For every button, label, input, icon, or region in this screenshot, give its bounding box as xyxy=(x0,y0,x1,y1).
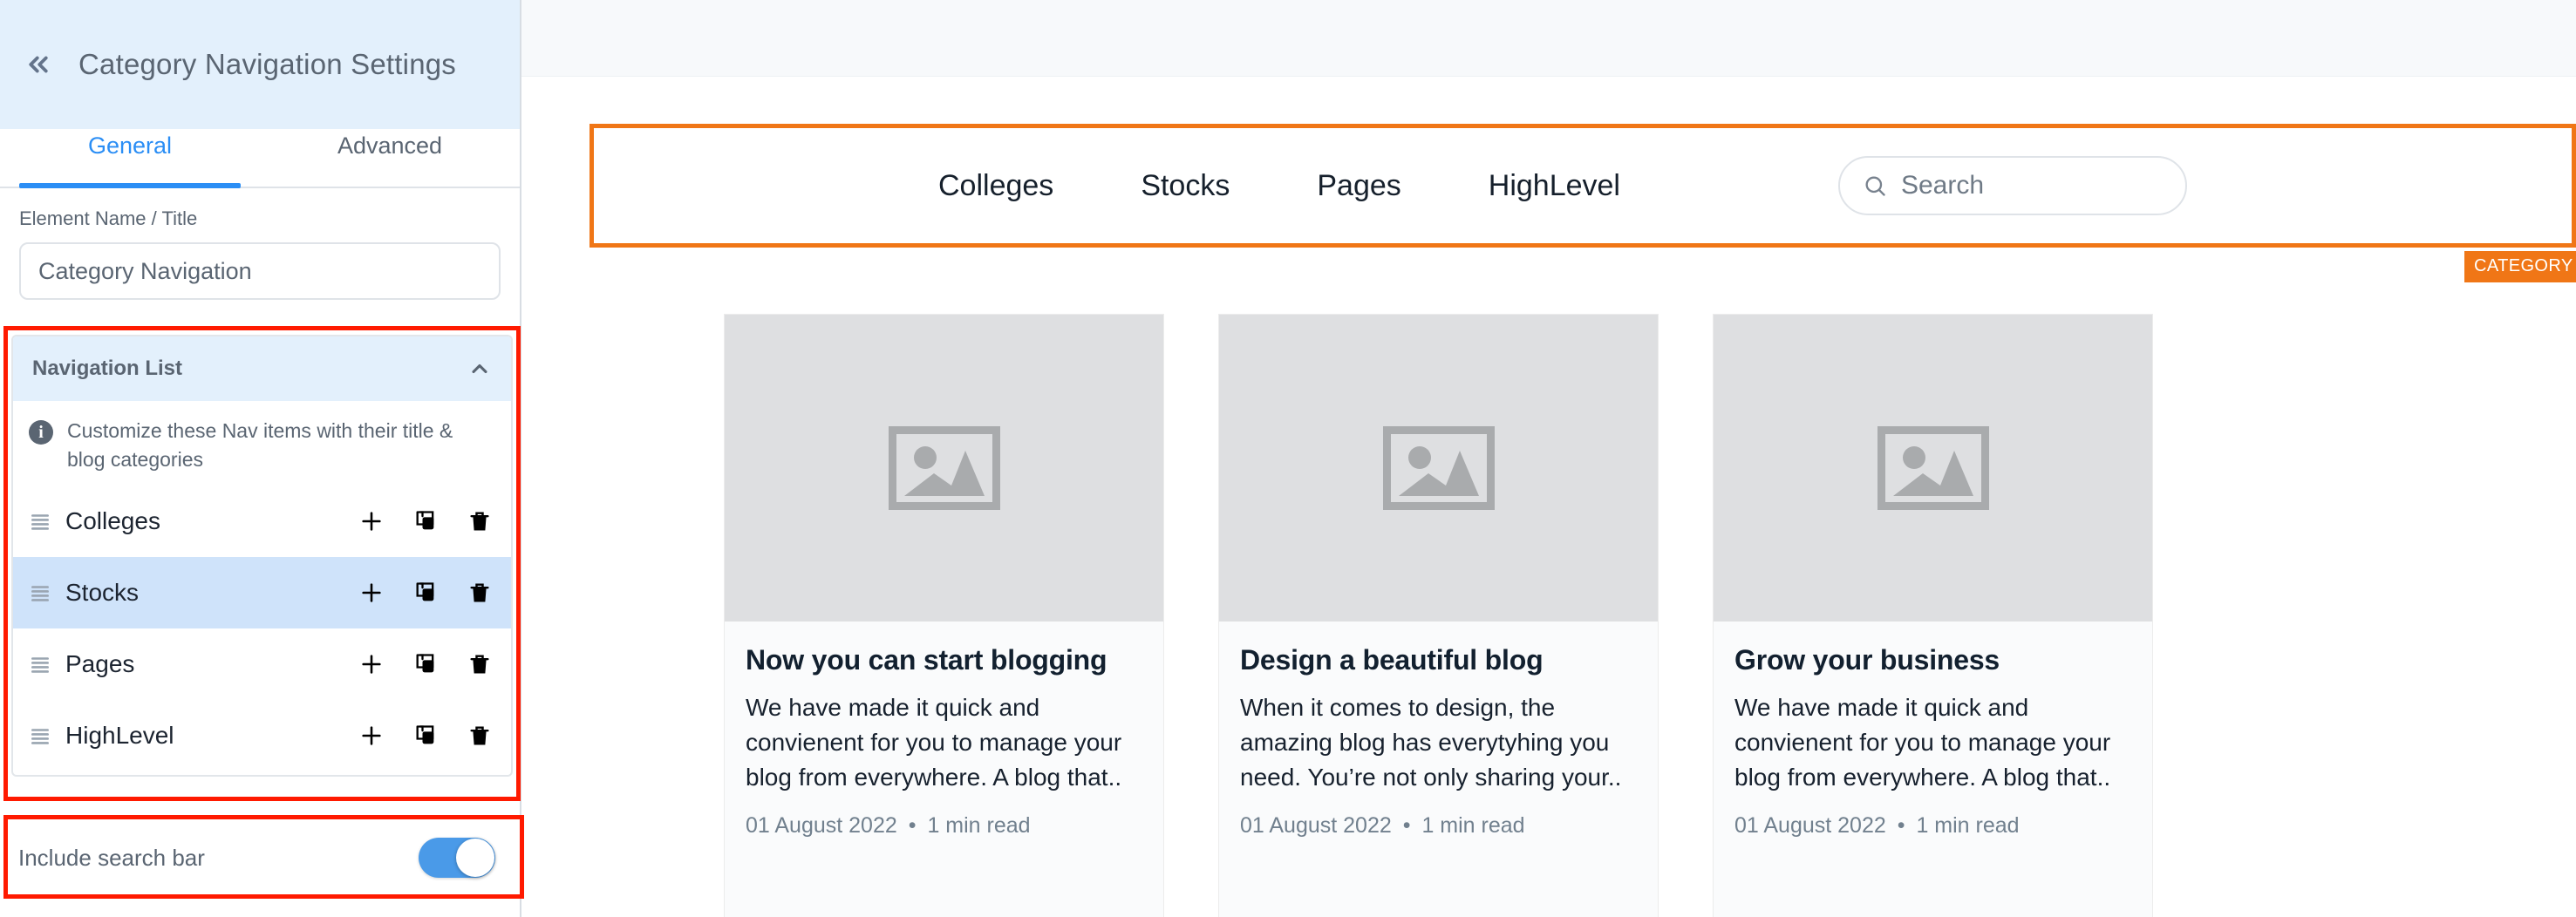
drag-handle-icon[interactable] xyxy=(29,510,51,533)
card-read-time: 1 min read xyxy=(927,813,1031,839)
row-actions xyxy=(359,581,492,605)
preview-nav-link-pages[interactable]: Pages xyxy=(1317,169,1400,203)
preview-nav-link-stocks[interactable]: Stocks xyxy=(1141,169,1230,203)
toggle-knob xyxy=(456,839,494,877)
image-placeholder-icon xyxy=(888,426,1000,510)
image-placeholder-icon xyxy=(1877,426,1989,510)
tab-advanced[interactable]: Advanced xyxy=(260,129,520,187)
card-meta: 01 August 2022 • 1 min read xyxy=(1734,813,2131,839)
card-description: We have made it quick and convienent for… xyxy=(746,694,1122,791)
meta-separator: • xyxy=(1402,813,1411,839)
navigation-list-hint-text: Customize these Nav items with their tit… xyxy=(67,419,453,471)
copy-icon[interactable] xyxy=(413,581,438,605)
card-image-placeholder xyxy=(725,315,1163,622)
trash-icon[interactable] xyxy=(467,723,492,748)
image-placeholder-icon xyxy=(1382,426,1495,510)
card-date: 01 August 2022 xyxy=(1240,813,1392,839)
preview-nav-link-highlevel[interactable]: HighLevel xyxy=(1489,169,1620,203)
card-meta: 01 August 2022 • 1 min read xyxy=(746,813,1142,839)
meta-separator: • xyxy=(1897,813,1905,839)
preview-topbar xyxy=(521,0,2576,77)
include-search-bar-row: Include search bar xyxy=(11,825,515,891)
card-date: 01 August 2022 xyxy=(746,813,897,839)
tab-general[interactable]: General xyxy=(0,129,260,188)
preview-canvas: Colleges Stocks Pages HighLevel Search C… xyxy=(521,0,2576,917)
element-name-input[interactable] xyxy=(19,242,501,300)
panel-header: Category Navigation Settings xyxy=(0,0,520,129)
navigation-list-title: Navigation List xyxy=(32,357,183,380)
list-item-label: Pages xyxy=(65,650,135,678)
list-item[interactable]: Pages xyxy=(13,628,511,700)
copy-icon[interactable] xyxy=(413,652,438,676)
element-name-field-block: Element Name / Title xyxy=(0,188,520,300)
trash-icon[interactable] xyxy=(467,652,492,676)
settings-tabs: General Advanced xyxy=(0,129,520,188)
copy-icon[interactable] xyxy=(413,723,438,748)
card-read-time: 1 min read xyxy=(1421,813,1525,839)
blog-card[interactable]: Grow your business We have made it quick… xyxy=(1713,314,2153,917)
settings-panel: Category Navigation Settings General Adv… xyxy=(0,0,524,917)
app-root: Category Navigation Settings General Adv… xyxy=(0,0,2576,917)
chevron-up-icon[interactable] xyxy=(467,357,492,381)
blog-card[interactable]: Design a beautiful blog When it comes to… xyxy=(1218,314,1659,917)
include-search-bar-toggle[interactable] xyxy=(419,838,495,878)
plus-icon[interactable] xyxy=(359,581,384,605)
plus-icon[interactable] xyxy=(359,723,384,748)
drag-handle-icon[interactable] xyxy=(29,581,51,604)
navigation-list-header[interactable]: Navigation List xyxy=(13,336,511,401)
row-actions xyxy=(359,652,492,676)
preview-nav-link-colleges[interactable]: Colleges xyxy=(938,169,1053,203)
row-actions xyxy=(359,723,492,748)
search-icon xyxy=(1865,176,1885,196)
list-item[interactable]: Colleges xyxy=(13,486,511,557)
navigation-list-hint: i Customize these Nav items with their t… xyxy=(13,401,511,486)
meta-separator: • xyxy=(908,813,917,839)
blog-card[interactable]: Now you can start blogging We have made … xyxy=(724,314,1164,917)
card-title: Grow your business xyxy=(1734,644,2000,676)
card-meta: 01 August 2022 • 1 min read xyxy=(1240,813,1637,839)
trash-icon[interactable] xyxy=(467,509,492,533)
row-actions xyxy=(359,509,492,533)
drag-handle-icon[interactable] xyxy=(29,653,51,676)
category-navigation-element[interactable]: Colleges Stocks Pages HighLevel Search xyxy=(589,124,2576,248)
card-read-time: 1 min read xyxy=(1916,813,2020,839)
list-item-label: Colleges xyxy=(65,507,160,535)
list-item[interactable]: Stocks xyxy=(13,557,511,629)
card-date: 01 August 2022 xyxy=(1734,813,1886,839)
plus-icon[interactable] xyxy=(359,509,384,533)
card-title: Now you can start blogging xyxy=(746,644,1107,676)
trash-icon[interactable] xyxy=(467,581,492,605)
page-title: Category Navigation Settings xyxy=(78,48,457,80)
card-body: Grow your business We have made it quick… xyxy=(1714,622,2152,839)
info-icon: i xyxy=(29,420,53,445)
card-description: We have made it quick and convienent for… xyxy=(1734,694,2111,791)
card-description: When it comes to design, the amazing blo… xyxy=(1240,694,1622,791)
list-item-label: Stocks xyxy=(65,579,140,607)
element-label-badge: CATEGORY NAVIGATION xyxy=(2464,251,2576,282)
card-title: Design a beautiful blog xyxy=(1240,644,1544,676)
card-image-placeholder xyxy=(1714,315,2152,622)
search-placeholder: Search xyxy=(1900,171,1985,200)
preview-nav-links: Colleges Stocks Pages HighLevel Search xyxy=(938,156,2187,215)
copy-icon[interactable] xyxy=(413,509,438,533)
plus-icon[interactable] xyxy=(359,652,384,676)
list-item[interactable]: HighLevel xyxy=(13,700,511,771)
chevrons-left-icon[interactable] xyxy=(19,45,58,84)
list-item-label: HighLevel xyxy=(65,722,174,750)
element-name-label: Element Name / Title xyxy=(19,207,198,229)
card-image-placeholder xyxy=(1219,315,1658,622)
search-input[interactable]: Search xyxy=(1837,156,2187,215)
navigation-list-rows: Colleges Stocks Pages HighLevel xyxy=(13,486,511,775)
drag-handle-icon[interactable] xyxy=(29,724,51,747)
card-body: Design a beautiful blog When it comes to… xyxy=(1219,622,1658,839)
navigation-list-card: Navigation List i Customize these Nav it… xyxy=(11,335,513,778)
blog-card-grid: Now you can start blogging We have made … xyxy=(724,314,2153,917)
card-body: Now you can start blogging We have made … xyxy=(725,622,1163,839)
include-search-bar-label: Include search bar xyxy=(18,844,205,871)
